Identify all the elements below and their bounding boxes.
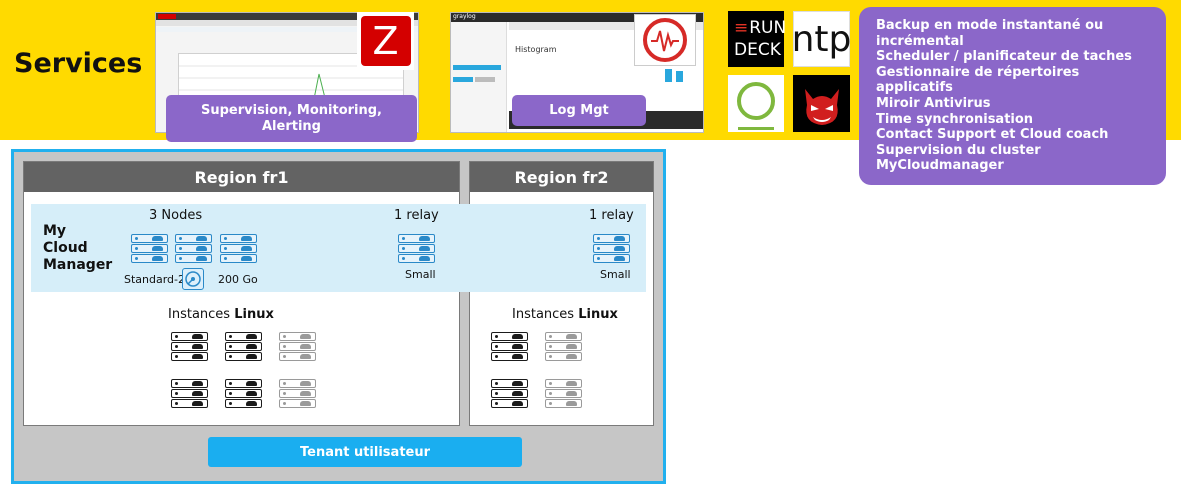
- instance-server-icon: [279, 379, 316, 388]
- instance-server-icon: [225, 332, 262, 341]
- instance-server-icon: [545, 379, 582, 388]
- instance-server-icon: [545, 342, 582, 351]
- instance-server-icon: [279, 389, 316, 398]
- nodes-count: 3 Nodes: [149, 208, 203, 223]
- instance-server-icon: [225, 389, 262, 398]
- node-server-icon: [220, 254, 257, 263]
- relay-count-fr2: 1 relay: [589, 208, 634, 223]
- instance-server-icon: [171, 379, 208, 388]
- instance-server-icon: [545, 352, 582, 361]
- relay-server-icon: [398, 254, 435, 263]
- instance-server-icon: [491, 389, 528, 398]
- tenant-user-button[interactable]: Tenant utilisateur: [208, 437, 522, 467]
- node-server-icon: [220, 234, 257, 243]
- service-item: Backup en mode instantané ou incrémental: [876, 18, 1104, 49]
- instance-server-icon: [279, 399, 316, 408]
- node-server-icon: [131, 254, 168, 263]
- log-mgmt-label: Log Mgt: [512, 95, 646, 126]
- my-cloud-manager-label: My Cloud Manager: [43, 223, 113, 273]
- relay-size-fr1: Small: [405, 268, 436, 281]
- instance-server-icon: [279, 342, 316, 351]
- instance-server-icon: [225, 379, 262, 388]
- instances-label-fr2: Instances Linux: [512, 307, 618, 322]
- storage-label: 200 Go: [218, 273, 258, 286]
- service-item: Scheduler / planificateur de taches: [876, 49, 1132, 65]
- instance-server-icon: [171, 399, 208, 408]
- instance-server-icon: [279, 352, 316, 361]
- instance-server-icon: [545, 332, 582, 341]
- instance-server-icon: [171, 352, 208, 361]
- graylog-alert-icon: [634, 14, 696, 66]
- instance-server-icon: [491, 342, 528, 351]
- instance-server-icon: [171, 389, 208, 398]
- service-item: Supervision du cluster: [876, 142, 1041, 158]
- node-server-icon: [175, 234, 212, 243]
- ring-logo-icon: [728, 75, 784, 132]
- relay-server-icon: [593, 234, 630, 243]
- relay-server-icon: [398, 244, 435, 253]
- monitoring-label: Supervision, Monitoring, Alerting: [166, 95, 417, 142]
- service-item: Gestionnaire de répertoires applicatifs: [876, 64, 1080, 96]
- disk-icon: [182, 268, 204, 290]
- region-fr2-title: Region fr2: [470, 162, 653, 192]
- relay-server-icon: [398, 234, 435, 243]
- services-list: Backup en mode instantané ou incrémental…: [859, 7, 1166, 185]
- node-server-icon: [175, 244, 212, 253]
- relay-count-fr1: 1 relay: [394, 208, 439, 223]
- zabbix-logo-icon: Z: [357, 12, 414, 70]
- instance-server-icon: [171, 332, 208, 341]
- service-item: MyCloudmanager: [876, 158, 1004, 174]
- instance-server-icon: [491, 379, 528, 388]
- node-server-icon: [131, 244, 168, 253]
- service-item: Miroir Antivirus: [876, 95, 991, 111]
- antivirus-devil-icon: [793, 75, 850, 132]
- node-server-icon: [220, 244, 257, 253]
- services-title: Services: [14, 48, 143, 79]
- rundeck-logo: ≡ RUN DECK: [728, 11, 786, 67]
- instance-server-icon: [225, 342, 262, 351]
- instance-server-icon: [545, 389, 582, 398]
- instances-label-fr1: Instances Linux: [168, 307, 274, 322]
- node-server-icon: [175, 254, 212, 263]
- relay-size-fr2: Small: [600, 268, 631, 281]
- instance-server-icon: [491, 332, 528, 341]
- relay-server-icon: [593, 254, 630, 263]
- instance-server-icon: [225, 399, 262, 408]
- instance-server-icon: [491, 399, 528, 408]
- flavor-label: Standard-2: [124, 273, 186, 286]
- service-item: Contact Support et Cloud coach: [876, 127, 1109, 143]
- instance-server-icon: [225, 352, 262, 361]
- instance-server-icon: [545, 399, 582, 408]
- relay-server-icon: [593, 244, 630, 253]
- instance-server-icon: [171, 342, 208, 351]
- instance-server-icon: [279, 332, 316, 341]
- region-fr1-title: Region fr1: [24, 162, 459, 192]
- node-server-icon: [131, 234, 168, 243]
- service-item: Time synchronisation: [876, 111, 1034, 127]
- instance-server-icon: [491, 352, 528, 361]
- ntp-logo: ntp: [792, 11, 851, 67]
